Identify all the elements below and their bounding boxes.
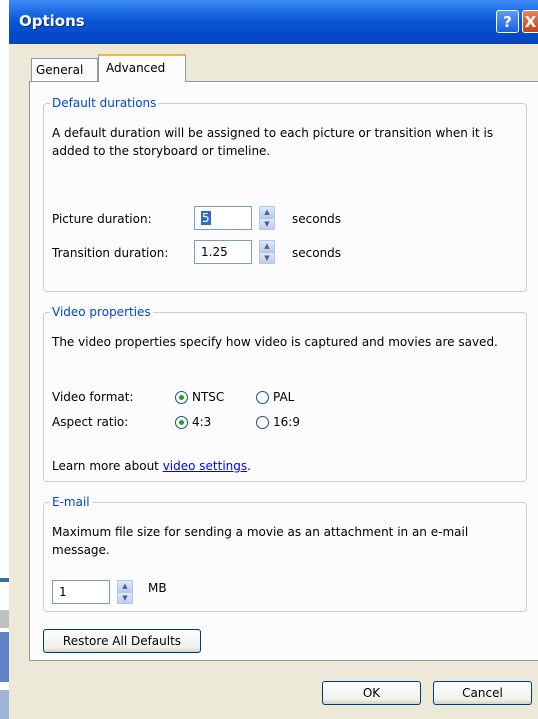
restore-all-defaults-button[interactable]: Restore All Defaults (43, 629, 201, 653)
radio-selected-icon (175, 390, 188, 404)
dialog-title: Options (19, 12, 85, 30)
aspect-16-9-label: 16:9 (273, 415, 300, 429)
close-icon: X (524, 12, 537, 31)
aspect-ratio-16-9-radio[interactable]: 16:9 (256, 415, 300, 429)
picture-duration-input[interactable]: 5 (194, 206, 252, 230)
default-durations-description: A default duration will be assigned to e… (52, 126, 494, 158)
email-legend: E-mail (50, 495, 92, 509)
spin-down-icon[interactable]: ▼ (259, 252, 275, 264)
help-button[interactable]: ? (496, 10, 519, 33)
radio-unselected-icon (256, 390, 269, 404)
transition-duration-unit: seconds (292, 246, 342, 260)
spin-down-icon[interactable]: ▼ (259, 218, 275, 230)
transition-duration-label: Transition duration: (52, 246, 169, 260)
video-properties-group: Video properties The video properties sp… (43, 305, 527, 482)
email-group: E-mail Maximum file size for sending a m… (43, 495, 527, 612)
restore-button-label: Restore All Defaults (62, 634, 182, 648)
cancel-button[interactable]: Cancel (433, 681, 532, 705)
close-button[interactable]: X (522, 10, 538, 33)
cancel-button-label: Cancel (462, 686, 503, 700)
help-icon: ? (503, 12, 512, 31)
spin-up-icon[interactable]: ▲ (259, 240, 275, 252)
aspect-ratio-4-3-radio[interactable]: 4:3 (175, 415, 211, 429)
radio-unselected-icon (256, 415, 269, 429)
email-size-input[interactable]: 1 (52, 580, 110, 604)
ntsc-label: NTSC (192, 390, 225, 404)
transition-duration-value: 1.25 (201, 245, 228, 259)
spin-up-icon[interactable]: ▲ (259, 206, 275, 218)
tab-general[interactable]: General (31, 58, 98, 81)
video-format-label: Video format: (52, 390, 134, 404)
pal-label: PAL (273, 390, 295, 404)
default-durations-group: Default durations A default duration wil… (43, 96, 527, 292)
advanced-tab-panel: Default durations A default duration wil… (29, 81, 538, 661)
video-properties-legend: Video properties (50, 305, 153, 319)
spin-up-icon[interactable]: ▲ (117, 580, 133, 592)
picture-duration-value: 5 (201, 211, 211, 225)
video-settings-link[interactable]: video settings (163, 459, 247, 473)
email-size-unit: MB (148, 581, 167, 595)
video-format-ntsc-radio[interactable]: NTSC (175, 390, 224, 404)
learn-more-prefix: Learn more about (52, 459, 163, 473)
ok-button[interactable]: OK (322, 681, 421, 705)
picture-duration-unit: seconds (292, 212, 342, 226)
tab-general-label: General (36, 63, 84, 77)
aspect-4-3-label: 4:3 (192, 415, 212, 429)
default-durations-legend: Default durations (50, 96, 159, 110)
email-size-spinner[interactable]: ▲ ▼ (117, 580, 133, 604)
picture-duration-spinner[interactable]: ▲ ▼ (259, 206, 275, 230)
video-format-pal-radio[interactable]: PAL (256, 390, 294, 404)
options-dialog: Options ? X General Advanced Default dur… (9, 0, 538, 719)
tab-advanced[interactable]: Advanced (98, 54, 186, 82)
email-description: Maximum file size for sending a movie as… (52, 525, 469, 557)
picture-duration-label: Picture duration: (52, 212, 152, 226)
aspect-ratio-label: Aspect ratio: (52, 415, 129, 429)
email-size-value: 1 (59, 585, 67, 599)
learn-more-suffix: . (247, 459, 251, 473)
ok-button-label: OK (362, 686, 381, 700)
title-bar[interactable]: Options ? X (9, 0, 538, 44)
learn-more-text: Learn more about video settings. (52, 459, 251, 473)
spin-down-icon[interactable]: ▼ (117, 592, 133, 604)
video-properties-description: The video properties specify how video i… (52, 335, 498, 349)
tab-advanced-label: Advanced (106, 61, 166, 75)
transition-duration-spinner[interactable]: ▲ ▼ (259, 240, 275, 264)
transition-duration-input[interactable]: 1.25 (194, 240, 252, 264)
radio-selected-icon (175, 415, 188, 429)
